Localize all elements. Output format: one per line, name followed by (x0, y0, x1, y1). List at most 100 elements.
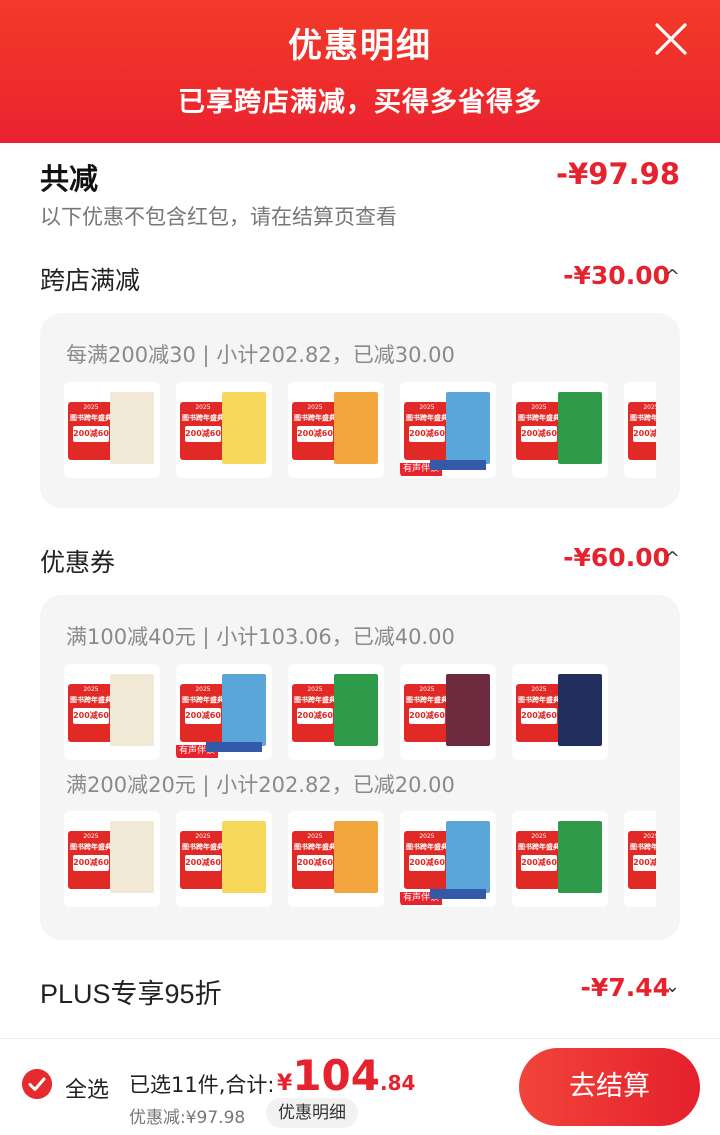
product-thumbs: 2025 图书跨年盛典 200减60 2025 图书跨年盛典 200减60 有声伴读 2025… (64, 664, 656, 760)
book-cover (110, 821, 154, 893)
book-cover (110, 392, 154, 464)
product-thumbnail[interactable]: 2025 图书跨年盛典 200减60 (288, 382, 384, 478)
select-all-checkbox[interactable] (22, 1069, 52, 1099)
product-thumbs: 2025 图书跨年盛典 200减60 2025 图书跨年盛典 200减60 2025 图书跨年… (64, 811, 656, 907)
book-cover (222, 392, 266, 464)
promo-badge: 2025 图书跨年盛典 200减60 (628, 402, 656, 460)
book-cover (446, 821, 490, 893)
promo-text: 2025 (643, 404, 656, 411)
product-thumbnail[interactable]: 2025 图书跨年盛典 200减60 (176, 811, 272, 907)
product-thumbnail[interactable]: 2025 图书跨年盛典 200减60 (512, 811, 608, 907)
promo-text: 2025 (307, 833, 323, 840)
book-cover (558, 674, 602, 746)
promo-badge: 2025 图书跨年盛典 200减60 (516, 684, 562, 742)
promo-text: 200减60 (521, 855, 557, 871)
close-icon[interactable] (654, 22, 688, 56)
promo-badge: 2025 图书跨年盛典 200减60 (404, 402, 450, 460)
promo-text: 图书跨年盛典 (294, 843, 336, 851)
promo-text: 200减60 (73, 426, 109, 442)
book-cover (222, 674, 266, 746)
promo-badge: 2025 图书跨年盛典 200减60 (404, 831, 450, 889)
promo-text: 200减60 (185, 426, 221, 442)
promo-badge: 2025 图书跨年盛典 200减60 (516, 402, 562, 460)
product-thumbnail[interactable]: 2025 图书跨年盛典 200减60 (512, 664, 608, 760)
promo-badge: 2025 图书跨年盛典 200减60 (292, 831, 338, 889)
promo-text: 200减60 (633, 855, 656, 871)
promo-text: 图书跨年盛典 (294, 696, 336, 704)
book-cover (558, 821, 602, 893)
promo-text: 200减60 (185, 708, 221, 724)
chevron-up-icon[interactable]: ^ (665, 266, 680, 287)
promo-badge: 2025 图书跨年盛典 200减60 (404, 684, 450, 742)
total-label: 共减 (40, 162, 99, 196)
promo-text: 2025 (419, 833, 435, 840)
promo-badge: 2025 图书跨年盛典 200减60 (180, 831, 226, 889)
promo-text: 2025 (531, 833, 547, 840)
section-label-cross-store: 跨店满减 (40, 266, 141, 295)
selected-count: 已选11件,合计: (129, 1073, 275, 1097)
promo-text: 2025 (531, 404, 547, 411)
promo-text: 200减60 (297, 426, 333, 442)
promo-text: 200减60 (185, 855, 221, 871)
promo-text: 图书跨年盛典 (518, 696, 560, 704)
promo-text: 图书跨年盛典 (70, 843, 112, 851)
promo-text: 200减60 (521, 708, 557, 724)
product-thumbnail[interactable]: 2025 图书跨年盛典 200减60 (64, 382, 160, 478)
book-cover (334, 392, 378, 464)
cross-store-card: 每满200减30 | 小计202.82，已减30.00 2025 图书跨年盛典 20… (40, 313, 680, 508)
product-thumbnail[interactable]: 2025 图书跨年盛典 200减60 (624, 382, 656, 478)
section-value-coupon: -¥60.00 (563, 543, 670, 572)
discount-detail-button[interactable]: 优惠明细 (266, 1098, 358, 1128)
product-thumbnail[interactable]: 2025 图书跨年盛典 200减60 有声伴读 (400, 811, 496, 907)
product-thumbnail[interactable]: 2025 图书跨年盛典 200减60 (64, 811, 160, 907)
discount-amount: 优惠减:¥97.98 (129, 1108, 246, 1128)
product-thumbnail[interactable]: 2025 图书跨年盛典 200减60 有声伴读 (176, 664, 272, 760)
checkout-button[interactable]: 去结算 (519, 1048, 700, 1126)
select-all-label[interactable]: 全选 (65, 1072, 109, 1104)
product-thumbnail[interactable]: 2025 图书跨年盛典 200减60 (176, 382, 272, 478)
price-currency: ¥ (277, 1071, 293, 1096)
promo-text: 图书跨年盛典 (406, 843, 448, 851)
header: 优惠明细 已享跨店满减，买得多省得多 (0, 0, 720, 143)
chevron-up-icon[interactable]: ^ (665, 548, 680, 569)
checkout-bar: 全选 已选11件,合计: ¥104.84 优惠减:¥97.98 优惠明细 去结算 (0, 1038, 720, 1135)
product-thumbnail[interactable]: 2025 图书跨年盛典 200减60 (624, 811, 656, 907)
promo-text: 图书跨年盛典 (518, 414, 560, 422)
section-label-coupon: 优惠券 (40, 548, 116, 577)
product-thumbnail[interactable]: 2025 图书跨年盛典 200减60 (288, 664, 384, 760)
promo-text: 2025 (419, 404, 435, 411)
promo-text: 2025 (307, 686, 323, 693)
promo-text: 200减60 (297, 855, 333, 871)
promo-text: 图书跨年盛典 (518, 843, 560, 851)
promo-text: 2025 (195, 686, 211, 693)
promo-text: 200减60 (521, 426, 557, 442)
promo-text: 2025 (83, 833, 99, 840)
promo-text: 图书跨年盛典 (294, 414, 336, 422)
promo-badge: 2025 图书跨年盛典 200减60 (68, 684, 114, 742)
product-thumbnail[interactable]: 2025 图书跨年盛典 200减60 (400, 664, 496, 760)
product-thumbnail[interactable]: 2025 图书跨年盛典 200减60 有声伴读 (400, 382, 496, 478)
product-thumbnail[interactable]: 2025 图书跨年盛典 200减60 (64, 664, 160, 760)
cover-ribbon (430, 460, 486, 470)
page-title: 优惠明细 (288, 26, 432, 66)
promo-text: 2025 (531, 686, 547, 693)
promo-badge: 2025 图书跨年盛典 200减60 (292, 402, 338, 460)
rule-text: 每满200减30 | 小计202.82，已减30.00 (66, 343, 455, 367)
product-thumbnail[interactable]: 2025 图书跨年盛典 200减60 (512, 382, 608, 478)
promo-text: 图书跨年盛典 (70, 696, 112, 704)
chevron-down-icon[interactable]: ⌄ (665, 976, 680, 997)
product-thumbnail[interactable]: 2025 图书跨年盛典 200减60 (288, 811, 384, 907)
promo-text: 图书跨年盛典 (182, 414, 224, 422)
cover-ribbon (430, 889, 486, 899)
rule-text: 满200减20元 | 小计202.82，已减20.00 (66, 773, 455, 797)
discount-note: 以下优惠不包含红包，请在结算页查看 (40, 205, 397, 229)
promo-text: 200减60 (73, 855, 109, 871)
page-subtitle: 已享跨店满减，买得多省得多 (178, 87, 542, 118)
rule-text: 满100减40元 | 小计103.06，已减40.00 (66, 625, 455, 649)
promo-text: 2025 (83, 404, 99, 411)
promo-badge: 2025 图书跨年盛典 200减60 (68, 831, 114, 889)
book-cover (334, 674, 378, 746)
promo-text: 2025 (195, 833, 211, 840)
promo-text: 图书跨年盛典 (182, 843, 224, 851)
promo-badge: 2025 图书跨年盛典 200减60 (180, 684, 226, 742)
